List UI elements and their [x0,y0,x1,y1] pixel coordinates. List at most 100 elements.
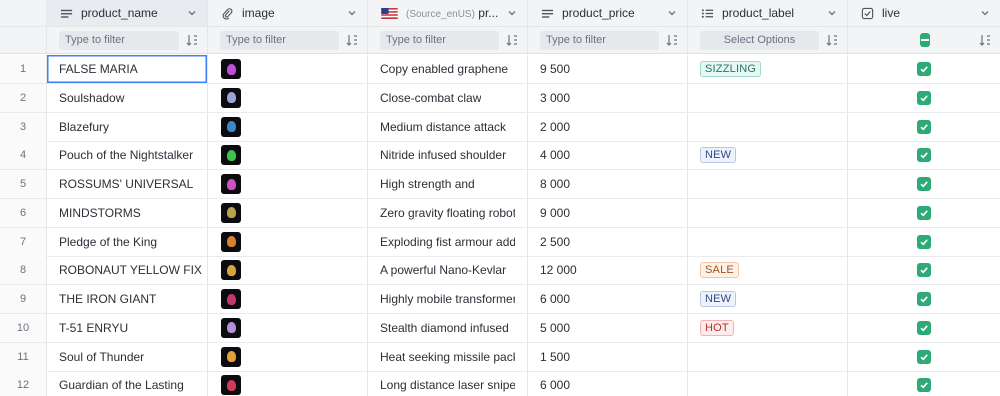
product-thumbnail[interactable] [221,375,241,396]
cell-product-name[interactable]: Pouch of the Nightstalker [47,141,208,170]
cell-image[interactable] [208,371,368,396]
table-row[interactable]: 5 ROSSUMS' UNIVERSAL High strength and 8 00… [0,170,1000,199]
cell-description[interactable]: Stealth diamond infused [368,313,528,342]
cell-product-label[interactable] [688,170,848,198]
product-thumbnail[interactable] [221,260,241,281]
cell-live[interactable] [848,285,1000,313]
cell-product-label[interactable]: HOT [688,313,848,342]
cell-product-price[interactable]: 12 000 [528,256,688,285]
filter-input-product-name[interactable]: Type to filter [59,30,179,50]
sort-icon[interactable] [345,33,359,47]
product-thumbnail[interactable] [221,87,241,108]
cell-product-name[interactable]: ROSSUMS' UNIVERSAL [47,170,208,198]
cell-description[interactable]: Exploding fist armour add- [368,227,528,256]
cell-product-label[interactable] [688,112,848,141]
filter-select-product-label[interactable]: Select Options [700,30,819,50]
column-header-product-price[interactable]: product_price [528,0,688,26]
cell-live[interactable] [848,256,1000,284]
cell-product-label[interactable] [688,227,848,256]
cell-live[interactable] [848,371,1000,396]
cell-description[interactable]: Copy enabled graphene [368,55,528,83]
cell-image[interactable] [208,55,368,83]
cell-product-label[interactable] [688,198,848,227]
cell-image[interactable] [208,198,368,227]
cell-description[interactable]: High strength and [368,170,528,198]
table-row[interactable]: 8 ROBONAUT YELLOW FIX A powerful Nano-Kevl… [0,256,1000,286]
cell-product-name[interactable]: Guardian of the Lasting [47,371,208,396]
cell-product-name[interactable]: FALSE MARIA [47,55,208,83]
cell-product-name[interactable]: MINDSTORMS [47,198,208,227]
cell-image[interactable] [208,170,368,198]
cell-image[interactable] [208,112,368,141]
product-thumbnail[interactable] [221,346,241,367]
cell-product-price[interactable]: 3 000 [528,83,688,112]
product-thumbnail[interactable] [221,116,241,137]
filter-input-image[interactable]: Type to filter [220,30,339,50]
cell-image[interactable] [208,256,368,285]
cell-product-price[interactable]: 9 500 [528,55,688,83]
cell-live[interactable] [848,228,1000,256]
table-row[interactable]: 3 Blazefury Medium distance attack 2 000 [0,112,1000,142]
table-row[interactable]: 1 FALSE MARIA Copy enabled graphene 9 500 SI… [0,55,1000,84]
cell-product-label[interactable]: SALE [688,256,848,285]
live-checkbox[interactable] [917,205,931,220]
cell-description[interactable]: Long distance laser sniper [368,371,528,396]
live-checkbox[interactable] [917,292,931,306]
live-checkbox[interactable] [917,263,931,278]
live-checkbox[interactable] [917,119,931,134]
chevron-down-icon[interactable] [347,8,357,18]
product-thumbnail[interactable] [221,59,241,79]
cell-product-label[interactable] [688,371,848,396]
cell-live[interactable] [848,343,1000,371]
chevron-down-icon[interactable] [507,8,517,18]
live-checkbox[interactable] [917,90,931,105]
cell-product-price[interactable]: 6 000 [528,285,688,313]
cell-product-name[interactable]: Blazefury [47,112,208,141]
cell-description[interactable]: Close-combat claw [368,83,528,112]
cell-product-label[interactable]: NEW [688,141,848,170]
filter-input-product-price[interactable]: Type to filter [540,30,659,50]
cell-live[interactable] [848,199,1000,227]
cell-product-label[interactable] [688,83,848,112]
sort-icon[interactable] [505,33,519,47]
table-row[interactable]: 7 Pledge of the King Exploding fist armour… [0,227,1000,257]
live-checkbox[interactable] [917,148,931,163]
cell-description[interactable]: Heat seeking missile pack [368,342,528,371]
cell-live[interactable] [848,55,1000,83]
cell-description[interactable]: Nitride infused shoulder [368,141,528,170]
sort-icon[interactable] [978,33,992,47]
cell-live[interactable] [848,141,1000,169]
column-header-product-name[interactable]: product_name [47,0,208,26]
cell-product-price[interactable]: 4 000 [528,141,688,170]
live-checkbox[interactable] [917,177,931,191]
live-checkbox[interactable] [917,349,931,364]
table-row[interactable]: 11 Soul of Thunder Heat seeking missile pa… [0,342,1000,372]
cell-image[interactable] [208,313,368,342]
cell-product-price[interactable]: 9 000 [528,198,688,227]
product-thumbnail[interactable] [221,174,241,194]
live-checkbox[interactable] [917,378,931,393]
cell-image[interactable] [208,227,368,256]
cell-product-price[interactable]: 5 000 [528,313,688,342]
cell-description[interactable]: Zero gravity floating robot [368,198,528,227]
column-header-live[interactable]: live [848,0,1000,26]
product-thumbnail[interactable] [221,202,241,223]
product-thumbnail[interactable] [221,317,241,338]
live-checkbox[interactable] [917,320,931,335]
product-thumbnail[interactable] [221,145,241,166]
cell-product-price[interactable]: 2 500 [528,227,688,256]
sort-icon[interactable] [825,33,839,47]
cell-product-label[interactable] [688,342,848,371]
sort-icon[interactable] [665,33,679,47]
table-row[interactable]: 2 Soulshadow Close-combat claw 3 000 [0,83,1000,113]
cell-image[interactable] [208,141,368,170]
cell-description[interactable]: Medium distance attack [368,112,528,141]
cell-product-name[interactable]: Pledge of the King [47,227,208,256]
cell-product-name[interactable]: Soulshadow [47,83,208,112]
cell-product-name[interactable]: THE IRON GIANT [47,285,208,313]
live-checkbox[interactable] [917,234,931,249]
cell-product-price[interactable]: 2 000 [528,112,688,141]
table-row[interactable]: 4 Pouch of the Nightstalker Nitride infuse… [0,141,1000,171]
live-filter-indeterminate-checkbox[interactable] [920,33,930,47]
cell-product-name[interactable]: ROBONAUT YELLOW FIX [47,256,208,285]
